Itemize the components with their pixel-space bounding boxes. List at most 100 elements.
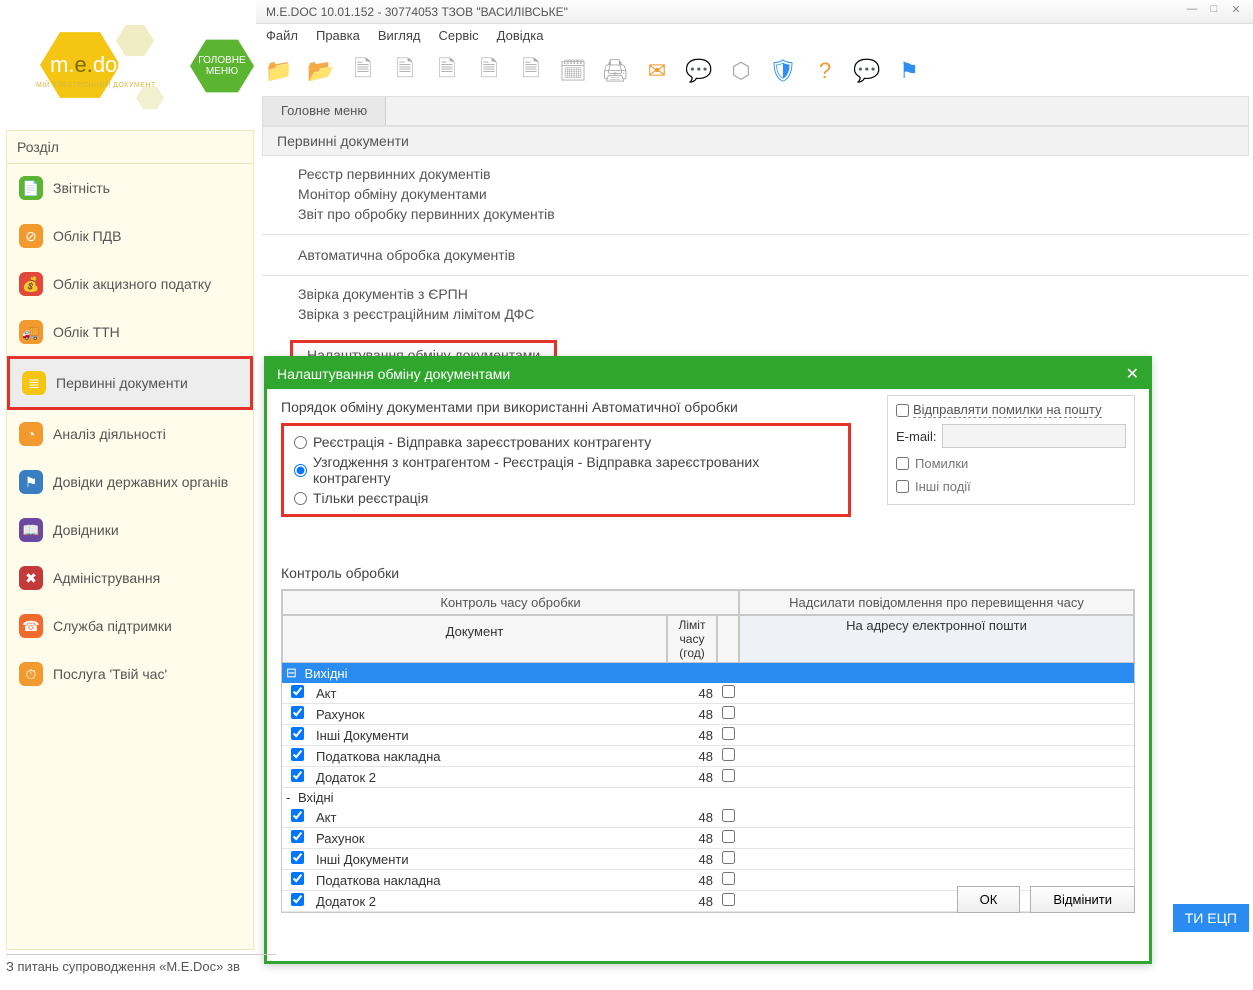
- sidebar-item-label: Аналіз діяльності: [53, 426, 166, 442]
- content-link[interactable]: Монітор обміну документами: [298, 184, 1249, 204]
- row-mail[interactable]: [739, 775, 1134, 779]
- row-limit[interactable]: 48: [667, 829, 717, 848]
- chk-other-events[interactable]: Інші події: [896, 479, 1126, 494]
- row-limit[interactable]: 48: [667, 684, 717, 703]
- chk-errors[interactable]: Помилки: [896, 456, 1126, 471]
- grid-group[interactable]: ⊟ Вихідні: [282, 663, 1134, 683]
- radio-option-0[interactable]: Реєстрація - Відправка зареєстрованих ко…: [294, 432, 838, 452]
- radio-option-1[interactable]: Узгодження з контрагентом - Реєстрація -…: [294, 452, 838, 488]
- row-mail[interactable]: [739, 691, 1134, 695]
- row-mail[interactable]: [739, 857, 1134, 861]
- sidebar-item-10[interactable]: ⏱Послуга 'Твій час': [7, 650, 253, 698]
- row-enable-checkbox[interactable]: [291, 748, 304, 761]
- sidebar-item-1[interactable]: ⊘Облік ПДВ: [7, 212, 253, 260]
- doc-mail-icon[interactable]: 🗎: [470, 52, 508, 90]
- menu-view[interactable]: Вигляд: [378, 28, 421, 43]
- content-link[interactable]: Звірка документів з ЄРПН: [298, 284, 1249, 304]
- row-send-checkbox[interactable]: [722, 685, 735, 698]
- mail-send-icon[interactable]: ✉: [638, 52, 676, 90]
- ecp-button[interactable]: ТИ ЕЦП: [1173, 904, 1249, 932]
- menu-edit[interactable]: Правка: [316, 28, 360, 43]
- row-limit[interactable]: 48: [667, 850, 717, 869]
- row-enable-checkbox[interactable]: [291, 685, 304, 698]
- row-enable-checkbox[interactable]: [291, 706, 304, 719]
- row-mail[interactable]: [739, 878, 1134, 882]
- doc-check-icon[interactable]: 🗎: [386, 52, 424, 90]
- email-field[interactable]: [942, 424, 1126, 448]
- row-send-checkbox[interactable]: [722, 851, 735, 864]
- row-limit[interactable]: 48: [667, 808, 717, 827]
- chat-icon[interactable]: 💬: [680, 52, 718, 90]
- printer-icon[interactable]: 🖨: [596, 52, 634, 90]
- row-send-checkbox[interactable]: [722, 706, 735, 719]
- content-link[interactable]: Автоматична обробка документів: [298, 245, 1249, 265]
- expand-icon[interactable]: ⊟: [286, 665, 297, 681]
- row-mail[interactable]: [739, 836, 1134, 840]
- row-limit[interactable]: 48: [667, 705, 717, 724]
- sidebar-item-4[interactable]: ≣Первинні документи: [7, 356, 253, 410]
- menu-help[interactable]: Довідка: [497, 28, 544, 43]
- doc-plus-icon[interactable]: 🗎: [428, 52, 466, 90]
- row-mail[interactable]: [739, 815, 1134, 819]
- sidebar-item-8[interactable]: ✖Адміністрування: [7, 554, 253, 602]
- flag-icon[interactable]: ⚑: [890, 52, 928, 90]
- row-doc-name: Додаток 2: [312, 892, 667, 911]
- doc-icon[interactable]: 🗎: [344, 52, 382, 90]
- row-send-checkbox[interactable]: [722, 809, 735, 822]
- row-mail[interactable]: [739, 712, 1134, 716]
- radio-option-2[interactable]: Тільки реєстрація: [294, 488, 838, 508]
- menu-file[interactable]: Файл: [266, 28, 298, 43]
- shield-icon[interactable]: 🛡: [764, 52, 802, 90]
- row-send-checkbox[interactable]: [722, 748, 735, 761]
- sidebar-item-2[interactable]: 💰Облік акцизного податку: [7, 260, 253, 308]
- row-send-checkbox[interactable]: [722, 893, 735, 906]
- folder-open-icon[interactable]: 📁: [260, 52, 298, 90]
- content-link[interactable]: Звіт про обробку первинних документів: [298, 204, 1249, 224]
- row-send-checkbox[interactable]: [722, 727, 735, 740]
- row-limit[interactable]: 48: [667, 871, 717, 890]
- ok-button[interactable]: ОК: [957, 886, 1021, 913]
- dialog-close-icon[interactable]: ✕: [1126, 364, 1139, 384]
- row-limit[interactable]: 48: [667, 768, 717, 787]
- maximize-icon[interactable]: □: [1205, 2, 1223, 16]
- row-limit[interactable]: 48: [667, 892, 717, 911]
- sidebar-item-7[interactable]: 📖Довідники: [7, 506, 253, 554]
- sidebar-item-0[interactable]: 📄Звітність: [7, 164, 253, 212]
- row-enable-checkbox[interactable]: [291, 809, 304, 822]
- row-limit[interactable]: 48: [667, 747, 717, 766]
- tab-main-menu[interactable]: Головне меню: [263, 97, 386, 125]
- sidebar-item-9[interactable]: ☎Служба підтримки: [7, 602, 253, 650]
- hex-icon[interactable]: ⬡: [722, 52, 760, 90]
- row-enable-checkbox[interactable]: [291, 830, 304, 843]
- menu-service[interactable]: Сервіс: [439, 28, 479, 43]
- close-window-icon[interactable]: ✕: [1227, 2, 1245, 16]
- grid-group[interactable]: - Вхідні: [282, 788, 1134, 807]
- cancel-button[interactable]: Відмінити: [1030, 886, 1135, 913]
- minimize-icon[interactable]: —: [1183, 2, 1201, 16]
- content-link[interactable]: Реєстр первинних документів: [298, 164, 1249, 184]
- chat-bubble-icon[interactable]: 💬: [848, 52, 886, 90]
- row-send-checkbox[interactable]: [722, 830, 735, 843]
- help-icon[interactable]: ?: [806, 52, 844, 90]
- folder-x-icon[interactable]: 📂: [302, 52, 340, 90]
- row-enable-checkbox[interactable]: [291, 851, 304, 864]
- row-send-checkbox[interactable]: [722, 872, 735, 885]
- row-enable-checkbox[interactable]: [291, 893, 304, 906]
- sidebar-item-3[interactable]: 🚚Облік ТТН: [7, 308, 253, 356]
- chk-send-errors[interactable]: Відправляти помилки на пошту: [896, 402, 1126, 418]
- doc-x-icon[interactable]: 🗎: [512, 52, 550, 90]
- sidebar-item-icon: 📄: [19, 176, 43, 200]
- row-mail[interactable]: [739, 733, 1134, 737]
- row-enable-checkbox[interactable]: [291, 769, 304, 782]
- calendar-icon[interactable]: 🗓: [554, 52, 592, 90]
- row-send-checkbox[interactable]: [722, 769, 735, 782]
- row-enable-checkbox[interactable]: [291, 727, 304, 740]
- expand-icon[interactable]: -: [286, 790, 290, 805]
- row-doc-name: Рахунок: [312, 829, 667, 848]
- content-link[interactable]: Звірка з реєстраційним лімітом ДФС: [298, 304, 1249, 324]
- sidebar-item-5[interactable]: ◔Аналіз діяльності: [7, 410, 253, 458]
- row-limit[interactable]: 48: [667, 726, 717, 745]
- row-enable-checkbox[interactable]: [291, 872, 304, 885]
- row-mail[interactable]: [739, 754, 1134, 758]
- sidebar-item-6[interactable]: ⚑Довідки державних органів: [7, 458, 253, 506]
